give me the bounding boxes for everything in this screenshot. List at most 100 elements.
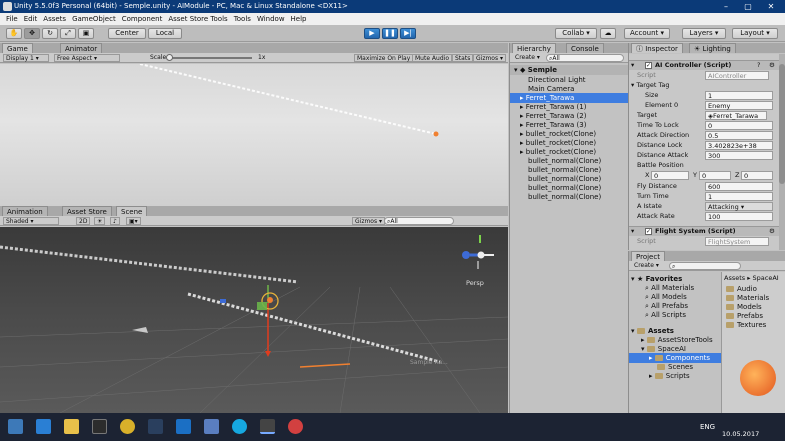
hierarchy-search-input[interactable]: ⌕All: [546, 54, 624, 62]
persp-label[interactable]: Persp: [466, 279, 484, 287]
project-search-input[interactable]: ⌕: [669, 262, 741, 270]
teamviewer-icon[interactable]: [176, 419, 191, 434]
display-dropdown[interactable]: Display 1 ▾: [3, 54, 49, 62]
scene-viewport[interactable]: Persp Sample Ra...: [0, 227, 509, 414]
rotate-tool-button[interactable]: ↻: [42, 28, 58, 39]
tab-console[interactable]: Console: [566, 43, 604, 53]
tab-project[interactable]: Project: [631, 251, 665, 261]
tab-asset-store[interactable]: Asset Store: [62, 206, 112, 216]
game-viewport[interactable]: [0, 63, 508, 206]
menu-edit[interactable]: Edit: [24, 15, 38, 23]
aspect-dropdown[interactable]: Free Aspect ▾: [54, 54, 120, 62]
script-field[interactable]: AIController: [705, 71, 769, 80]
steam-icon[interactable]: [148, 419, 163, 434]
size-field[interactable]: 1: [705, 91, 773, 100]
tab-scene[interactable]: Scene: [116, 206, 148, 216]
target-tag-foldout[interactable]: ▾ Target Tag: [631, 81, 670, 90]
battle-position-x[interactable]: 0: [651, 171, 689, 180]
tab-animation[interactable]: Animation: [2, 206, 48, 216]
element0-field[interactable]: Enemy: [705, 101, 773, 110]
language-indicator[interactable]: ENG: [700, 423, 715, 431]
hierarchy-create-button[interactable]: Create ▾: [513, 54, 542, 62]
maximize-button[interactable]: ▢: [737, 0, 759, 13]
clock-date[interactable]: 10.05.2017: [722, 430, 759, 438]
mute-audio-toggle[interactable]: Mute Audio: [412, 54, 452, 62]
play-button[interactable]: ▶: [364, 28, 380, 39]
shading-dropdown[interactable]: Shaded ▾: [3, 217, 59, 225]
content-folder[interactable]: Textures: [722, 320, 766, 330]
flight-script-field[interactable]: FlightSystem: [705, 237, 769, 246]
component-enable-checkbox[interactable]: ✓: [645, 228, 652, 235]
menu-asset-store-tools[interactable]: Asset Store Tools: [168, 15, 227, 23]
project-create-button[interactable]: Create ▾: [632, 262, 661, 270]
tab-hierarchy[interactable]: Hierarchy: [512, 43, 556, 53]
menu-assets[interactable]: Assets: [43, 15, 66, 23]
toggle-2d-button[interactable]: 2D: [76, 217, 91, 225]
file-explorer-icon[interactable]: [64, 419, 79, 434]
menu-window[interactable]: Window: [257, 15, 285, 23]
tab-game[interactable]: Game: [2, 43, 33, 53]
favorite-item[interactable]: ⌕ All Scripts: [629, 310, 686, 320]
project-breadcrumb[interactable]: Assets ▸ SpaceAI: [722, 273, 779, 283]
flight-system-header[interactable]: ▾ ✓ Flight System (Script) ⚙: [629, 226, 779, 236]
windows-start-icon[interactable]: [8, 419, 23, 434]
distance-lock-field[interactable]: 3.402823e+38: [705, 141, 773, 150]
skype-icon[interactable]: [232, 419, 247, 434]
scale-tool-button[interactable]: ⤢: [60, 28, 76, 39]
move-tool-button[interactable]: ✥: [24, 28, 40, 39]
hand-tool-button[interactable]: ✋: [6, 28, 22, 39]
pivot-center-button[interactable]: Center: [108, 28, 146, 39]
maximize-on-play-toggle[interactable]: Maximize On Play: [354, 54, 414, 62]
menu-tools[interactable]: Tools: [234, 15, 251, 23]
scale-slider-handle[interactable]: [166, 54, 173, 61]
rect-tool-button[interactable]: ▣: [78, 28, 94, 39]
battle-position-y[interactable]: 0: [699, 171, 731, 180]
chrome-icon[interactable]: [120, 419, 135, 434]
media-icon[interactable]: [204, 419, 219, 434]
hierarchy-item[interactable]: bullet_normal(Clone): [510, 192, 601, 202]
scale-slider[interactable]: [168, 57, 252, 59]
menu-component[interactable]: Component: [122, 15, 163, 23]
audio-toggle-icon[interactable]: ♪: [110, 217, 120, 225]
minimize-button[interactable]: –: [715, 0, 737, 13]
menu-help[interactable]: Help: [291, 15, 307, 23]
ai-state-dropdown[interactable]: Attacking ▾: [705, 202, 773, 211]
inspector-scrollbar[interactable]: [779, 54, 785, 250]
help-icon[interactable]: ?: [757, 61, 760, 70]
effects-dropdown-icon[interactable]: ▣▾: [126, 217, 141, 225]
attack-direction-field[interactable]: 0.5: [705, 131, 773, 140]
attack-rate-field[interactable]: 100: [705, 212, 773, 221]
stats-toggle[interactable]: Stats: [452, 54, 474, 62]
lighting-toggle-icon[interactable]: ☀: [94, 217, 106, 225]
gizmos-dropdown[interactable]: Gizmos ▾: [473, 54, 507, 62]
store-icon[interactable]: [92, 419, 107, 434]
turn-time-field[interactable]: 1: [705, 192, 773, 201]
settings-gear-icon[interactable]: ⚙: [769, 61, 775, 70]
account-button[interactable]: Account ▾: [624, 28, 670, 39]
pivot-local-button[interactable]: Local: [148, 28, 182, 39]
pause-button[interactable]: ❚❚: [382, 28, 398, 39]
settings-gear-icon[interactable]: ⚙: [769, 227, 775, 236]
component-enable-checkbox[interactable]: ✓: [645, 62, 652, 69]
collab-button[interactable]: Collab ▾: [555, 28, 597, 39]
menu-gameobject[interactable]: GameObject: [72, 15, 116, 23]
ai-controller-header[interactable]: ▾ ✓ AI Controller (Script) ? ⚙: [629, 60, 779, 70]
layout-button[interactable]: Layout ▾: [732, 28, 778, 39]
distance-attack-field[interactable]: 300: [705, 151, 773, 160]
tab-inspector[interactable]: ⓘ Inspector: [631, 43, 683, 53]
layers-button[interactable]: Layers ▾: [682, 28, 726, 39]
scene-gizmos-dropdown[interactable]: Gizmos ▾: [352, 217, 386, 225]
tab-animator[interactable]: Animator: [60, 43, 103, 53]
time-to-lock-field[interactable]: 0: [705, 121, 773, 130]
edge-icon[interactable]: [36, 419, 51, 434]
cloud-icon[interactable]: ☁: [600, 28, 616, 39]
battle-position-z[interactable]: 0: [741, 171, 773, 180]
target-object-field[interactable]: ◈Ferret_Tarawa: [705, 111, 767, 120]
tree-folder[interactable]: ▸ Scripts: [629, 371, 690, 381]
tab-lighting[interactable]: ☀ Lighting: [689, 43, 736, 53]
scene-search-input[interactable]: ⌕All: [384, 217, 454, 225]
app-icon[interactable]: [288, 419, 303, 434]
fly-distance-field[interactable]: 600: [705, 182, 773, 191]
step-button[interactable]: ▶|: [400, 28, 416, 39]
menu-file[interactable]: File: [6, 15, 18, 23]
